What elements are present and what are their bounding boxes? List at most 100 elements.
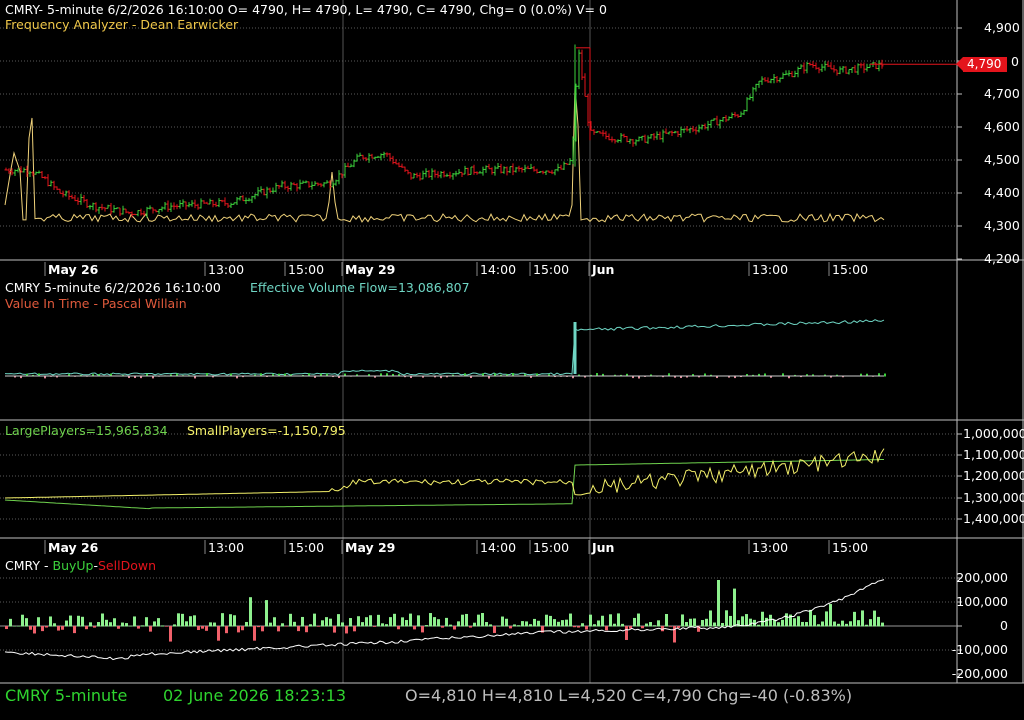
buysell-bar (229, 614, 232, 627)
buysell-bar (245, 621, 248, 627)
buysell-bar (333, 626, 336, 633)
buysell-bar (33, 626, 36, 634)
buysell-bar (85, 626, 88, 630)
buysell-bar (777, 622, 780, 627)
buysell-bar (121, 622, 124, 627)
buysell-bar (849, 621, 852, 627)
buysell-bar (801, 621, 804, 627)
time-axis-label: 14:00 (480, 540, 516, 555)
buysell-bar (497, 625, 500, 627)
buysell-bar (733, 588, 736, 627)
buysell-bar (481, 613, 484, 627)
buysell-bar (65, 620, 68, 627)
effective-volume-flow-line (4, 319, 885, 376)
buysell-tick-label: 200,000 (956, 570, 1008, 585)
buysell-bar (57, 626, 60, 631)
small-players-line (4, 448, 885, 499)
buysell-bar (641, 626, 644, 629)
buysell-bar (81, 616, 84, 627)
buysell-bar (617, 613, 620, 627)
buysell-bar (321, 620, 324, 627)
buysell-bar (469, 626, 472, 628)
buysell-bar (573, 626, 576, 628)
price-tick-label: 4,900 (984, 20, 1020, 35)
buysell-bar (285, 626, 288, 627)
buysell-bar (649, 622, 652, 627)
buysell-bar (565, 619, 568, 627)
price-candles[interactable] (4, 44, 958, 218)
buysell-bar (213, 622, 216, 627)
buysell-bar (157, 618, 160, 627)
buysell-bar (501, 616, 504, 627)
buysell-bar (257, 626, 260, 628)
buysell-bar (13, 625, 16, 627)
buysell-bar (745, 614, 748, 627)
buysell-bar (537, 620, 540, 627)
buysell-bar (665, 614, 668, 627)
buysell-bar (253, 626, 256, 641)
buysell-bar (393, 613, 396, 627)
buysell-bar (185, 621, 188, 627)
buysell-bar (721, 622, 724, 627)
buysell-bar (741, 616, 744, 627)
buysell-bar (341, 622, 344, 627)
buysell-bar (297, 626, 300, 632)
buysell-bar (217, 626, 220, 641)
buysell-bar (441, 626, 444, 628)
buysell-bar (709, 610, 712, 627)
buysell-bar (117, 626, 120, 629)
buysell-bar (817, 624, 820, 627)
buysell-bar (177, 613, 180, 627)
buysell-bar (93, 626, 96, 628)
buysell-bar (533, 618, 536, 627)
price-tick-label: 4,700 (984, 86, 1020, 101)
buysell-bar (377, 614, 380, 627)
buysell-bar (601, 615, 604, 627)
buysell-bar (189, 616, 192, 627)
buysell-bar (197, 626, 200, 631)
buysell-bar (417, 615, 420, 627)
buysell-bar (289, 613, 292, 627)
buysell-bar (657, 620, 660, 627)
buysell-bar (853, 611, 856, 627)
buysell-bar (785, 613, 788, 627)
buysell-bar (45, 626, 48, 628)
buysell-bar (317, 626, 320, 627)
buysell-bar (149, 626, 152, 632)
buysell-bar (53, 623, 56, 627)
buysell-bar (821, 621, 824, 627)
buysell-bar (329, 618, 332, 627)
buysell-bar (73, 626, 76, 634)
buysell-bar (345, 626, 348, 634)
time-axis-label: May 29 (345, 262, 395, 277)
buysell-bar (169, 626, 172, 642)
buysell-bar (361, 622, 364, 627)
small-players-label: SmallPlayers=-1,150,795 (187, 423, 346, 438)
time-axis-label: 15:00 (832, 262, 868, 277)
buysell-bar (265, 600, 268, 627)
buysell-bar (529, 624, 532, 627)
volume-flow-panel (4, 319, 886, 379)
time-axis-label: 13:00 (752, 262, 788, 277)
buysell-bar (525, 621, 528, 627)
time-axis-label: 15:00 (288, 262, 324, 277)
buysell-bar (21, 614, 24, 627)
time-axis-label: May 29 (345, 540, 395, 555)
buysell-bar (453, 626, 456, 630)
buysell-bar (5, 626, 8, 630)
buysell-bar (681, 614, 684, 627)
status-symbol: CMRY 5-minute (5, 686, 128, 705)
buysell-bar (705, 618, 708, 627)
last-price-tag: 4,790 (955, 57, 1008, 72)
buysell-bar (269, 622, 272, 627)
time-axis-label: May 26 (48, 540, 99, 555)
buysell-bar (273, 617, 276, 627)
frequency-analyzer-path (4, 84, 885, 223)
buysell-bar (609, 614, 612, 627)
buysell-bar (109, 622, 112, 627)
buysell-bar (841, 620, 844, 627)
chart-canvas[interactable]: 4,900 4,700 4,600 4,500 4,400 4,300 4,200 May 2… (0, 0, 1024, 720)
buysell-bar (165, 626, 168, 627)
buyup-selldown-panel (0, 579, 957, 661)
buysell-bar (597, 620, 600, 627)
